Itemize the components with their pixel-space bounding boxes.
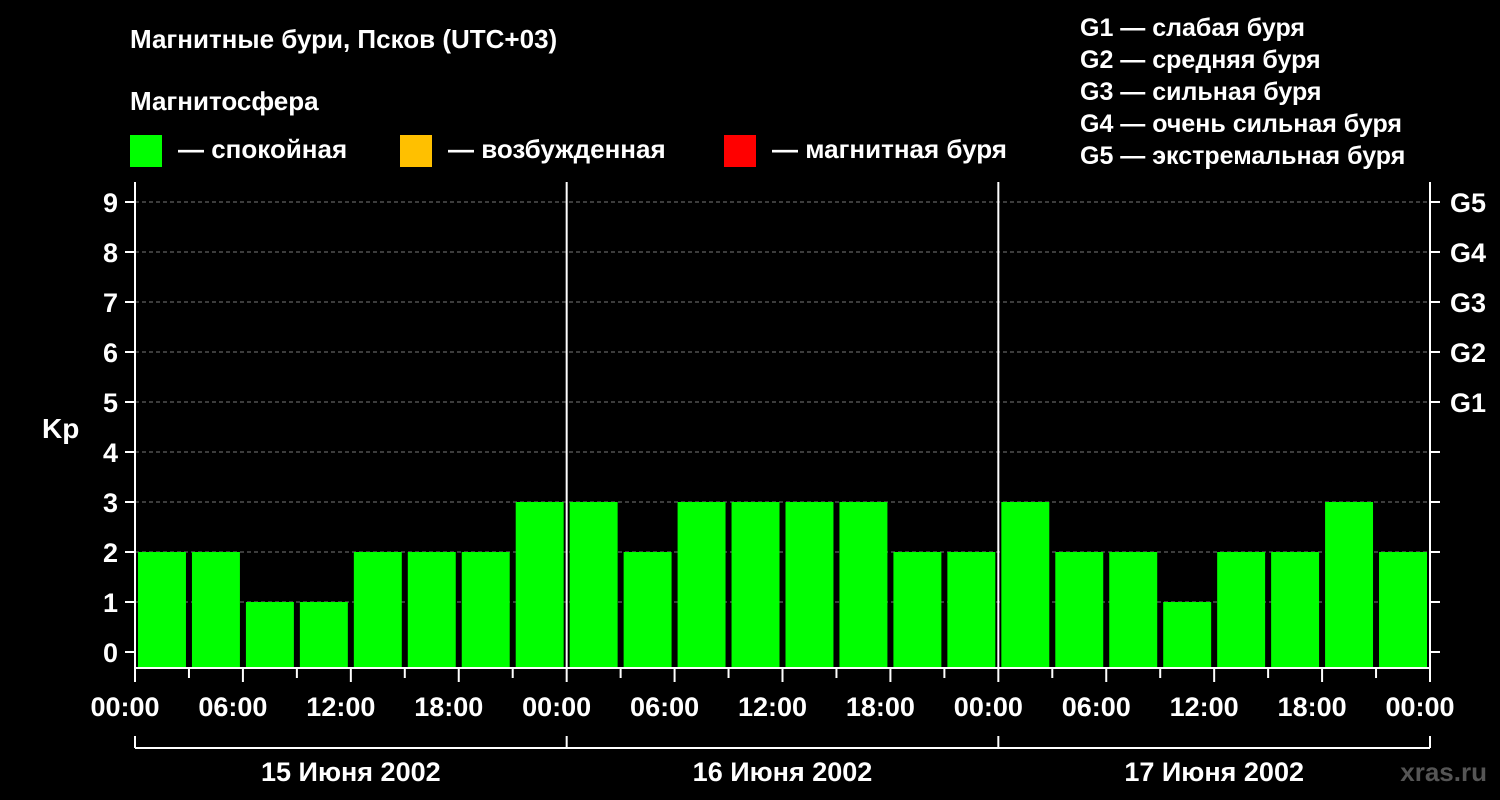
y-tick-label-0: 0 <box>103 638 118 668</box>
bar-5 <box>407 552 456 668</box>
kp-bar-chart: 0 1 2 3 4 5 6 7 8 9 G1 G2 G3 G4 G5 00:00 06:00 12:00 18:00… <box>90 182 1486 787</box>
bar-3 <box>299 602 348 668</box>
y-tick-label-6: 6 <box>103 338 118 368</box>
bar-12 <box>785 502 834 668</box>
bar-6 <box>461 552 510 668</box>
bar-0 <box>138 552 186 668</box>
bar-22 <box>1325 502 1374 668</box>
bar-11 <box>731 502 780 668</box>
y-tick-label-1: 1 <box>103 588 118 618</box>
x-tick-label-7: 18:00 <box>846 692 915 722</box>
day-label-0: 15 Июня 2002 <box>261 757 441 787</box>
x-tick-label-3: 18:00 <box>414 692 483 722</box>
g-level-label-g3: G3 <box>1450 288 1486 318</box>
bar-14 <box>893 552 942 668</box>
x-tick-label-10: 12:00 <box>1170 692 1239 722</box>
y-tick-label-2: 2 <box>103 538 118 568</box>
bar-16 <box>1001 502 1050 668</box>
bar-17 <box>1055 552 1104 668</box>
bar-2 <box>245 602 294 668</box>
x-tick-label-5: 06:00 <box>630 692 699 722</box>
bar-23 <box>1379 552 1427 668</box>
bar-19 <box>1163 602 1212 668</box>
y-tick-label-4: 4 <box>103 438 118 468</box>
x-tick-label-0: 00:00 <box>90 692 159 722</box>
bar-21 <box>1271 552 1320 668</box>
x-tick-label-8: 00:00 <box>954 692 1023 722</box>
y-tick-label-9: 9 <box>103 188 118 218</box>
bar-8 <box>569 502 618 668</box>
bar-1 <box>191 552 240 668</box>
x-tick-label-1: 06:00 <box>198 692 267 722</box>
x-tick-label-11: 18:00 <box>1278 692 1347 722</box>
g-level-label-g4: G4 <box>1450 238 1486 268</box>
g-level-label-g5: G5 <box>1450 188 1486 218</box>
bar-15 <box>947 552 996 668</box>
bar-18 <box>1109 552 1158 668</box>
y-tick-label-3: 3 <box>103 488 118 518</box>
y-tick-label-8: 8 <box>103 238 118 268</box>
bar-13 <box>839 502 888 668</box>
day-label-1: 16 Июня 2002 <box>693 757 873 787</box>
bar-7 <box>515 502 564 668</box>
g-level-label-g2: G2 <box>1450 338 1486 368</box>
y-tick-label-7: 7 <box>103 288 118 318</box>
bar-10 <box>677 502 726 668</box>
x-tick-label-6: 12:00 <box>738 692 807 722</box>
bar-4 <box>353 552 402 668</box>
g-level-label-g1: G1 <box>1450 388 1486 418</box>
x-tick-label-12: 00:00 <box>1385 692 1454 722</box>
y-tick-label-5: 5 <box>103 388 118 418</box>
x-tick-label-4: 00:00 <box>522 692 591 722</box>
bar-9 <box>623 552 672 668</box>
x-tick-label-2: 12:00 <box>306 692 375 722</box>
x-tick-label-9: 06:00 <box>1062 692 1131 722</box>
bar-20 <box>1217 552 1266 668</box>
day-label-2: 17 Июня 2002 <box>1124 757 1304 787</box>
